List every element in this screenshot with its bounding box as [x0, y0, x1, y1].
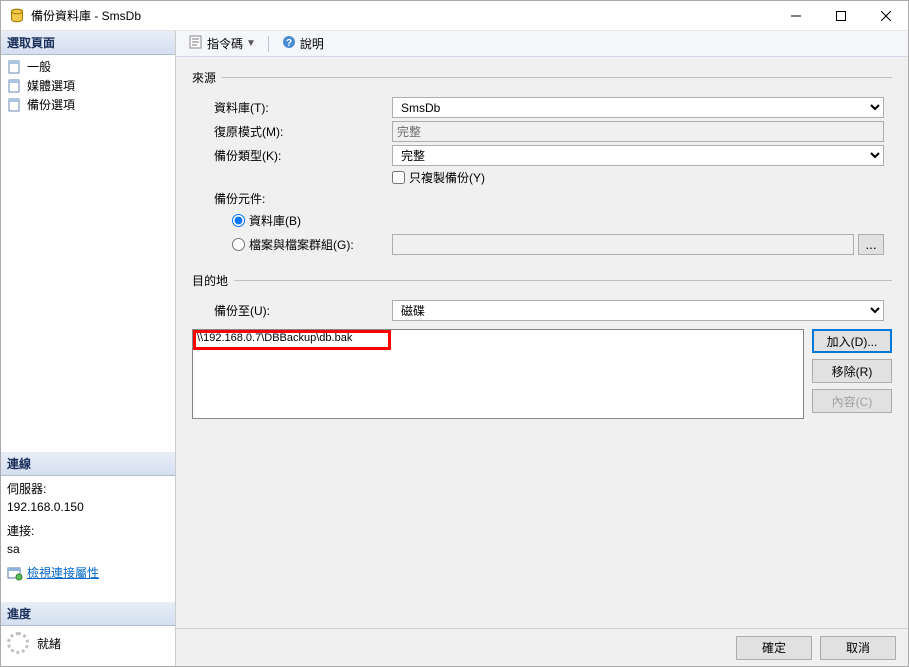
main-panel: 指令碼 ▼ ? 說明 來源 資料庫(T): SmsDb	[176, 31, 908, 666]
link-text: 檢視連接屬性	[27, 564, 99, 582]
database-icon	[9, 8, 25, 24]
minimize-button[interactable]	[773, 1, 818, 30]
connection-value: sa	[7, 540, 169, 558]
component-label: 備份元件:	[192, 190, 392, 207]
component-database-input[interactable]	[232, 214, 245, 227]
remove-button[interactable]: 移除(R)	[812, 359, 892, 383]
pages-list: 一般 媒體選項 備份選項	[1, 55, 175, 116]
help-label: 說明	[300, 35, 324, 52]
copy-only-checkbox[interactable]: 只複製備份(Y)	[392, 169, 485, 186]
destination-list[interactable]: \\192.168.0.7\DBBackup\db.bak	[192, 329, 804, 419]
view-connection-properties-link[interactable]: 檢視連接屬性	[7, 564, 99, 582]
chevron-down-icon: ▼	[246, 38, 256, 49]
destination-group: 目的地 備份至(U): 磁碟 \\192.168.0.7\DBBackup\db…	[192, 272, 892, 423]
dialog-window: 備份資料庫 - SmsDb 選取頁面 一般 媒體選項 備份選項	[0, 0, 909, 667]
toolbar: 指令碼 ▼ ? 說明	[176, 31, 908, 57]
window-title: 備份資料庫 - SmsDb	[31, 7, 773, 24]
page-label: 備份選項	[27, 96, 75, 113]
help-button[interactable]: ? 說明	[277, 32, 328, 55]
contents-button[interactable]: 內容(C)	[812, 389, 892, 413]
progress-spinner-icon	[7, 632, 29, 654]
server-value: 192.168.0.150	[7, 498, 169, 516]
component-files-radio[interactable]: 檔案與檔案群組(G):	[232, 236, 354, 253]
sidebar: 選取頁面 一般 媒體選項 備份選項 連線 伺服器:	[1, 31, 176, 666]
connection-label: 連接:	[7, 522, 169, 540]
help-icon: ?	[281, 34, 297, 53]
page-label: 媒體選項	[27, 77, 75, 94]
page-icon	[7, 59, 23, 75]
page-backup[interactable]: 備份選項	[5, 95, 171, 114]
script-label: 指令碼	[207, 35, 243, 52]
radio-label: 檔案與檔案群組(G):	[249, 236, 354, 253]
connection-header: 連線	[1, 452, 175, 476]
filegroup-field	[392, 234, 854, 255]
connection-block: 伺服器: 192.168.0.150 連接: sa 檢視連接屬性	[1, 476, 175, 602]
recovery-mode-field	[392, 121, 884, 142]
close-button[interactable]	[863, 1, 908, 30]
script-button[interactable]: 指令碼 ▼	[184, 32, 260, 55]
toolbar-separator	[268, 36, 269, 52]
page-media[interactable]: 媒體選項	[5, 76, 171, 95]
cancel-button[interactable]: 取消	[820, 636, 896, 660]
add-button[interactable]: 加入(D)...	[812, 329, 892, 353]
source-legend: 來源	[192, 69, 222, 86]
server-label: 伺服器:	[7, 480, 169, 498]
script-icon	[188, 34, 204, 53]
source-group: 來源 資料庫(T): SmsDb 復原模式(M):	[192, 69, 892, 262]
dialog-footer: 確定 取消	[176, 628, 908, 666]
form-area: 來源 資料庫(T): SmsDb 復原模式(M):	[176, 57, 908, 628]
progress-block: 就緒	[1, 626, 175, 666]
page-general[interactable]: 一般	[5, 57, 171, 76]
backup-type-label: 備份類型(K):	[192, 147, 392, 164]
filegroup-browse-button[interactable]: ...	[858, 234, 884, 255]
component-database-radio[interactable]: 資料庫(B)	[232, 212, 301, 229]
progress-header: 進度	[1, 602, 175, 626]
backup-to-label: 備份至(U):	[192, 302, 392, 319]
database-label: 資料庫(T):	[192, 99, 392, 116]
page-label: 一般	[27, 58, 51, 75]
database-select[interactable]: SmsDb	[392, 97, 884, 118]
page-icon	[7, 97, 23, 113]
ok-button[interactable]: 確定	[736, 636, 812, 660]
properties-icon	[7, 565, 23, 581]
destination-item[interactable]: \\192.168.0.7\DBBackup\db.bak	[193, 330, 803, 346]
maximize-button[interactable]	[818, 1, 863, 30]
destination-legend: 目的地	[192, 272, 234, 289]
page-icon	[7, 78, 23, 94]
progress-status: 就緒	[37, 635, 61, 652]
dialog-body: 選取頁面 一般 媒體選項 備份選項 連線 伺服器:	[1, 31, 908, 666]
component-files-input[interactable]	[232, 238, 245, 251]
recovery-label: 復原模式(M):	[192, 123, 392, 140]
svg-text:?: ?	[286, 38, 292, 49]
copy-only-input[interactable]	[392, 171, 405, 184]
radio-label: 資料庫(B)	[249, 212, 301, 229]
backup-type-select[interactable]: 完整	[392, 145, 884, 166]
copy-only-label: 只複製備份(Y)	[409, 169, 485, 186]
title-bar: 備份資料庫 - SmsDb	[1, 1, 908, 31]
pages-header: 選取頁面	[1, 31, 175, 55]
backup-to-select[interactable]: 磁碟	[392, 300, 884, 321]
